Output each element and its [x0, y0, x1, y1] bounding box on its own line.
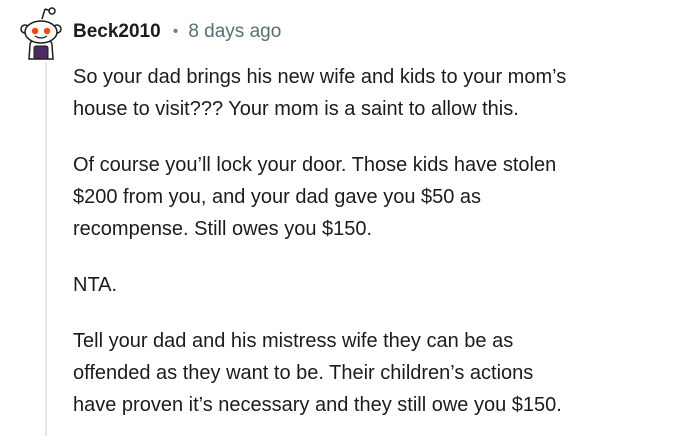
comment-timestamp[interactable]: 8 days ago — [188, 21, 281, 43]
paragraph-line: $200 from you, and your dad gave you $50… — [73, 186, 482, 208]
snoo-avatar-icon — [20, 7, 62, 60]
paragraph-line: Tell your dad and his mistress wife they… — [73, 330, 514, 352]
comment-paragraph: So your dad brings his new wife and kids… — [73, 61, 688, 125]
comment-paragraph: NTA. — [73, 269, 688, 301]
paragraph-line: So your dad brings his new wife and kids… — [73, 66, 567, 88]
comment-author[interactable]: Beck2010 — [73, 21, 161, 43]
user-avatar[interactable] — [17, 5, 65, 61]
comment-header: Beck2010 • 8 days ago — [73, 19, 281, 45]
paragraph-line: offended as they want to be. Their child… — [73, 362, 534, 384]
thread-line[interactable] — [45, 62, 47, 436]
comment-paragraph: Tell your dad and his mistress wife they… — [73, 325, 688, 421]
paragraph-line: Of course you’ll lock your door. Those k… — [73, 154, 557, 176]
paragraph-line: house to visit??? Your mom is a saint to… — [73, 98, 519, 120]
paragraph-line: NTA. — [73, 274, 118, 296]
paragraph-line: recompense. Still owes you $150. — [73, 218, 373, 240]
comment-paragraph: Of course you’ll lock your door. Those k… — [73, 149, 688, 245]
comment-body: So your dad brings his new wife and kids… — [73, 61, 688, 445]
paragraph-line: have proven it’s necessary and they stil… — [73, 394, 562, 416]
meta-separator: • — [172, 23, 179, 40]
